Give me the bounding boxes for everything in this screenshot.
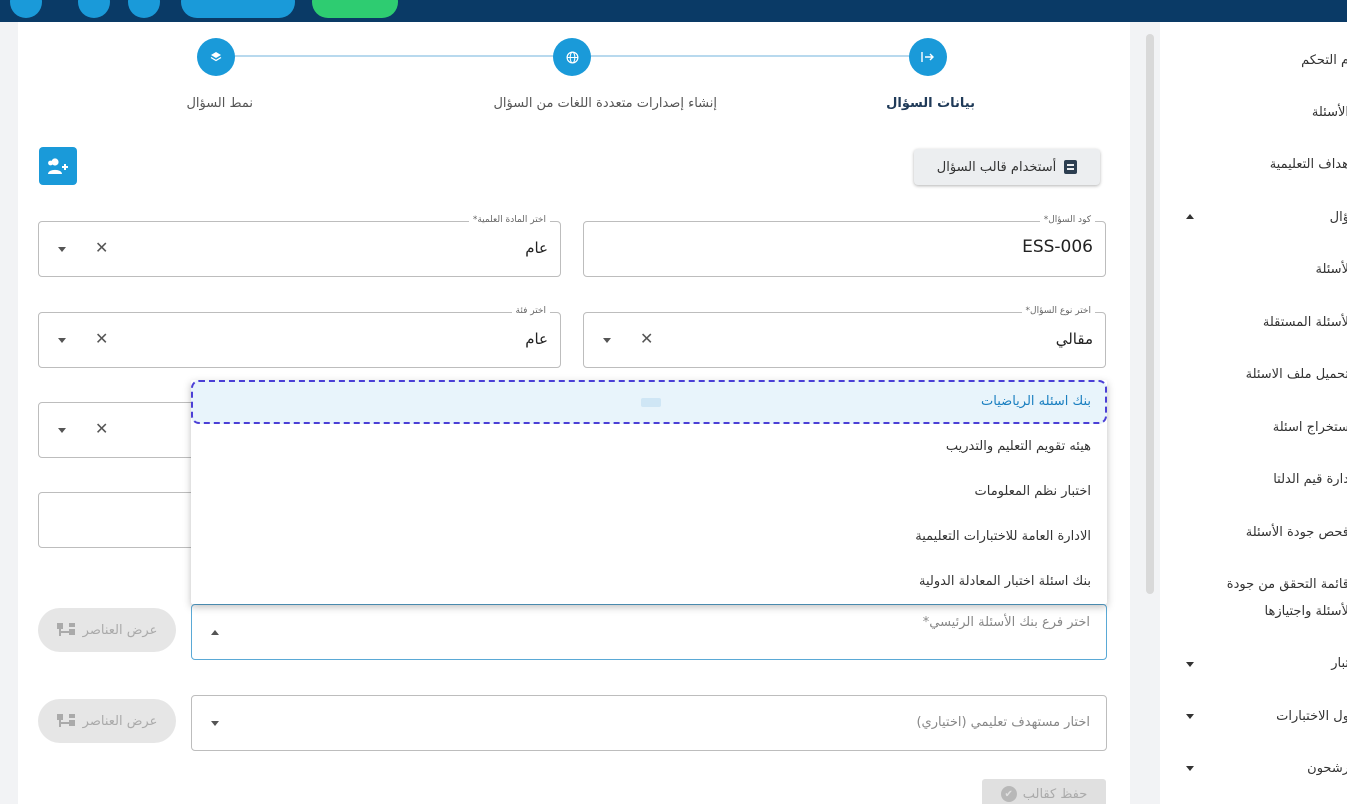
view-elements-button-1[interactable]: عرض العناصر (38, 608, 176, 652)
question-type-label: اختر نوع السؤال* (1021, 306, 1095, 316)
sidebar-item[interactable]: تحميل ملف الاسئلة (1246, 367, 1347, 382)
dropdown-option[interactable]: هيئه تقويم التعليم والتدريب (191, 425, 1107, 469)
bank-branch-chevron-up-icon[interactable] (211, 630, 219, 635)
step-1-login-icon[interactable] (909, 38, 947, 76)
sidebar-item[interactable]: ستخراج اسئلة (1273, 420, 1347, 435)
learning-target-chevron-down-icon[interactable] (211, 721, 219, 726)
sidebar: م التحكم الأسئلة هداف التعليمية ؤال لأسئ… (1160, 22, 1347, 804)
add-user-button[interactable] (39, 147, 77, 185)
chevron-down-icon[interactable] (1186, 766, 1194, 771)
hidden-select-chevron-down-icon[interactable] (58, 428, 66, 433)
tree-structure-icon (56, 623, 75, 637)
view-elements-label: عرض العناصر (82, 622, 158, 638)
sidebar-item[interactable]: لأسئلة (1315, 262, 1347, 277)
use-template-button[interactable]: أستخدام قالب السؤال (914, 149, 1100, 185)
dropdown-option[interactable]: الادارة العامة للاختبارات التعليمية (191, 515, 1107, 559)
topbar-pill-button[interactable] (181, 0, 295, 18)
bank-branch-dropdown: بنك اسئله الرياضيات هيئه تقويم التعليم و… (191, 380, 1107, 604)
dropdown-option-label: بنك اسئلة اختبار المعادلة الدولية (918, 574, 1091, 589)
document-icon (1064, 160, 1078, 174)
chevron-down-icon[interactable] (1186, 662, 1194, 667)
add-user-icon (48, 158, 68, 174)
topbar-icon-button-2[interactable] (78, 0, 110, 18)
category-value: عام (525, 330, 548, 348)
dropdown-option[interactable]: بنك اسئلة اختبار المعادلة الدولية (191, 560, 1107, 604)
hidden-select-clear-icon[interactable]: ✕ (95, 419, 108, 438)
topbar-green-button[interactable] (312, 0, 398, 18)
sidebar-item[interactable]: ول الاختبارات (1276, 709, 1347, 724)
sidebar-item[interactable]: لأسئلة واجتيازها (1265, 604, 1347, 619)
category-clear-icon[interactable]: ✕ (95, 329, 108, 348)
top-app-bar (0, 0, 1347, 22)
topbar-icon-button-3[interactable] (128, 0, 160, 18)
subject-value: عام (525, 239, 548, 257)
step-2-label[interactable]: إنشاء إصدارات متعددة اللغات من السؤال (493, 96, 717, 111)
question-code-label: كود السؤال* (1039, 215, 1095, 225)
view-elements-button-2[interactable]: عرض العناصر (38, 699, 176, 743)
sidebar-item[interactable]: م التحكم (1301, 53, 1347, 68)
bank-branch-placeholder: اختر فرع بنك الأسئلة الرئيسي* (922, 615, 1090, 630)
category-label: اختر فئة (511, 306, 550, 316)
bank-branch-select[interactable]: اختر فرع بنك الأسئلة الرئيسي* (191, 604, 1107, 660)
sidebar-item[interactable]: الأسئلة (1312, 105, 1347, 120)
option-badge (641, 398, 661, 407)
question-type-chevron-down-icon[interactable] (603, 338, 611, 343)
dropdown-option-label: بنك اسئله الرياضيات (981, 394, 1091, 409)
sidebar-item[interactable]: تبار (1331, 656, 1347, 671)
step-3-layers-icon[interactable] (197, 38, 235, 76)
sidebar-item[interactable]: ؤال (1330, 210, 1347, 225)
dropdown-option-label: هيئه تقويم التعليم والتدريب (945, 439, 1091, 454)
subject-chevron-down-icon[interactable] (58, 247, 66, 252)
step-2-globe-icon[interactable] (553, 38, 591, 76)
question-type-value: مقالي (1055, 330, 1093, 348)
step-1-label[interactable]: بيانات السؤال (886, 96, 975, 111)
category-chevron-down-icon[interactable] (58, 338, 66, 343)
question-type-select[interactable]: اختر نوع السؤال* مقالي ✕ (583, 306, 1106, 368)
dropdown-option-label: الادارة العامة للاختبارات التعليمية (915, 529, 1091, 544)
step-3-label[interactable]: نمط السؤال (186, 96, 253, 111)
learning-target-placeholder: اختار مستهدف تعليمي (اختياري) (916, 715, 1090, 730)
sidebar-item[interactable]: رشحون (1307, 761, 1347, 776)
main-scrollbar[interactable] (1146, 34, 1154, 594)
dropdown-option[interactable]: اختبار نظم المعلومات (191, 470, 1107, 514)
save-as-template-label: حفظ كقالب (1022, 786, 1088, 802)
use-template-label: أستخدام قالب السؤال (936, 159, 1057, 175)
check-circle-icon: ✔ (1000, 786, 1017, 802)
chevron-up-icon[interactable] (1186, 214, 1194, 219)
chevron-down-icon[interactable] (1186, 714, 1194, 719)
subject-clear-icon[interactable]: ✕ (95, 238, 108, 257)
sidebar-item[interactable]: هداف التعليمية (1270, 157, 1347, 172)
learning-target-select[interactable]: اختار مستهدف تعليمي (اختياري) (191, 695, 1107, 751)
subject-select[interactable]: اختر المادة العلمية* عام ✕ (38, 215, 561, 277)
question-code-value: ESS-006 (1022, 237, 1093, 257)
sidebar-item[interactable]: دارة قيم الدلتا (1273, 472, 1347, 487)
sidebar-item[interactable]: قائمة التحقق من جودة (1227, 577, 1347, 592)
view-elements-label-2: عرض العناصر (82, 713, 158, 729)
question-code-field[interactable]: كود السؤال* ESS-006 (583, 215, 1106, 277)
sidebar-item[interactable]: لأسئلة المستقلة (1263, 315, 1347, 330)
category-select[interactable]: اختر فئة عام ✕ (38, 306, 561, 368)
topbar-icon-button-1[interactable] (10, 0, 42, 18)
dropdown-option-label: اختبار نظم المعلومات (974, 484, 1091, 499)
dropdown-option-math-bank[interactable]: بنك اسئله الرياضيات (191, 380, 1107, 424)
question-type-clear-icon[interactable]: ✕ (640, 329, 653, 348)
subject-label: اختر المادة العلمية* (468, 215, 550, 225)
tree-structure-icon (56, 714, 75, 728)
sidebar-item[interactable]: فحص جودة الأسئلة (1246, 525, 1347, 540)
save-as-template-button[interactable]: حفظ كقالب ✔ (982, 779, 1106, 804)
